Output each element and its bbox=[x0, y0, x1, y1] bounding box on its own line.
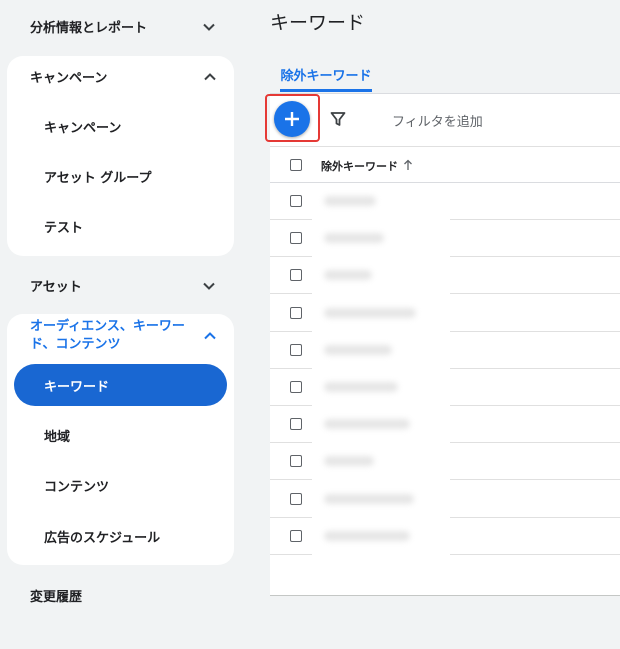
redacted-text bbox=[324, 456, 374, 467]
chevron-down-icon bbox=[202, 279, 216, 293]
sidebar-item-locations[interactable]: 地域 bbox=[14, 414, 227, 456]
redacted-keyword-cell bbox=[312, 480, 450, 518]
redacted-keyword-cell bbox=[312, 257, 450, 295]
sidebar-item-change-history[interactable]: 変更履歴 bbox=[30, 586, 82, 605]
sidebar-item-label: 広告のスケジュール bbox=[44, 530, 161, 546]
sidebar-item-label: 地域 bbox=[44, 429, 71, 445]
select-all-checkbox[interactable] bbox=[290, 159, 302, 171]
redacted-text bbox=[324, 196, 376, 206]
sidebar-section-label: 分析情報とレポート bbox=[30, 21, 148, 36]
row-checkbox[interactable] bbox=[290, 306, 302, 319]
filter-icon[interactable] bbox=[330, 111, 346, 127]
row-checkbox[interactable] bbox=[290, 343, 302, 356]
add-keyword-button[interactable] bbox=[274, 101, 310, 137]
sidebar-item-keywords[interactable]: キーワード bbox=[14, 364, 227, 406]
table-row[interactable] bbox=[270, 183, 620, 220]
sidebar-section-audience[interactable]: オーディエンス、キーワード、コンテンツ bbox=[30, 318, 217, 354]
redacted-text bbox=[324, 493, 414, 504]
sidebar-item-label: アセット グループ bbox=[44, 170, 152, 186]
tab-negative-keywords[interactable]: 除外キーワード bbox=[280, 60, 372, 92]
sidebar-item-campaigns[interactable]: キャンペーン bbox=[14, 105, 227, 147]
row-checkbox[interactable] bbox=[290, 381, 302, 393]
sidebar-item-label: キャンペーン bbox=[44, 120, 122, 136]
table-row[interactable] bbox=[270, 369, 620, 406]
sidebar-item-content[interactable]: コンテンツ bbox=[14, 464, 227, 506]
sidebar-section-label: オーディエンス、キーワード、コンテンツ bbox=[30, 319, 185, 352]
redacted-text bbox=[324, 270, 372, 281]
arrow-up-icon[interactable] bbox=[403, 159, 413, 171]
column-header-negative-keywords[interactable]: 除外キーワード bbox=[321, 158, 398, 174]
sidebar-section-assets[interactable]: アセット bbox=[30, 276, 216, 295]
redacted-text bbox=[324, 419, 410, 430]
row-checkbox[interactable] bbox=[290, 492, 302, 505]
row-checkbox[interactable] bbox=[290, 455, 302, 468]
chevron-up-icon bbox=[203, 329, 217, 343]
row-checkbox[interactable] bbox=[290, 195, 302, 207]
redacted-keyword-cell bbox=[312, 406, 450, 444]
table-row[interactable] bbox=[270, 406, 620, 444]
sidebar-card-audience: オーディエンス、キーワード、コンテンツ キーワード 地域 コンテンツ 広告のスケ… bbox=[7, 314, 234, 565]
redacted-keyword-cell bbox=[312, 517, 450, 555]
sidebar-nav: 分析情報とレポート キャンペーン キャンペーン アセット グループ テスト アセ… bbox=[0, 0, 240, 649]
row-checkbox[interactable] bbox=[290, 418, 302, 431]
redacted-text bbox=[324, 307, 416, 318]
redacted-text bbox=[324, 530, 410, 541]
add-filter-button[interactable]: フィルタを追加 bbox=[392, 111, 483, 130]
row-checkbox[interactable] bbox=[290, 529, 302, 542]
sidebar-section-campaigns[interactable]: キャンペーン bbox=[30, 67, 217, 86]
sidebar-item-label: テスト bbox=[44, 220, 84, 236]
table-row[interactable] bbox=[270, 443, 620, 481]
table-row[interactable] bbox=[270, 257, 620, 295]
redacted-keyword-cell bbox=[312, 443, 450, 481]
sidebar-card-campaigns: キャンペーン キャンペーン アセット グループ テスト bbox=[7, 56, 234, 256]
chevron-up-icon bbox=[203, 70, 217, 84]
keywords-table-panel: フィルタを追加 除外キーワード bbox=[265, 93, 620, 596]
sidebar-section-label: キャンペーン bbox=[30, 71, 108, 86]
redacted-text bbox=[324, 344, 392, 355]
sidebar-section-label: アセット bbox=[30, 280, 82, 295]
table-row[interactable] bbox=[270, 220, 620, 258]
redacted-keyword-cell bbox=[312, 331, 450, 369]
table-row[interactable] bbox=[270, 517, 620, 555]
sidebar-item-experiments[interactable]: テスト bbox=[14, 205, 227, 247]
redacted-keyword-cell bbox=[312, 183, 450, 220]
row-checkbox[interactable] bbox=[290, 232, 302, 245]
sidebar-item-ad-schedule[interactable]: 広告のスケジュール bbox=[14, 515, 227, 557]
redacted-text bbox=[324, 233, 384, 244]
sidebar-item-label: コンテンツ bbox=[44, 479, 110, 495]
sidebar-item-asset-groups[interactable]: アセット グループ bbox=[14, 155, 227, 197]
redacted-keyword-cell bbox=[312, 369, 450, 406]
table-row[interactable] bbox=[270, 480, 620, 518]
sidebar-section-analytics[interactable]: 分析情報とレポート bbox=[30, 17, 216, 36]
table-header-row: 除外キーワード bbox=[270, 146, 620, 183]
page-title: キーワード bbox=[270, 12, 366, 34]
chevron-down-icon bbox=[202, 20, 216, 34]
plus-icon bbox=[285, 112, 299, 126]
row-checkbox[interactable] bbox=[290, 269, 302, 282]
redacted-keyword-cell bbox=[312, 294, 450, 332]
redacted-keyword-cell bbox=[312, 220, 450, 258]
redacted-text bbox=[324, 382, 398, 392]
sidebar-item-label: キーワード bbox=[44, 379, 110, 395]
table-row[interactable] bbox=[270, 294, 620, 332]
table-row[interactable] bbox=[270, 331, 620, 369]
